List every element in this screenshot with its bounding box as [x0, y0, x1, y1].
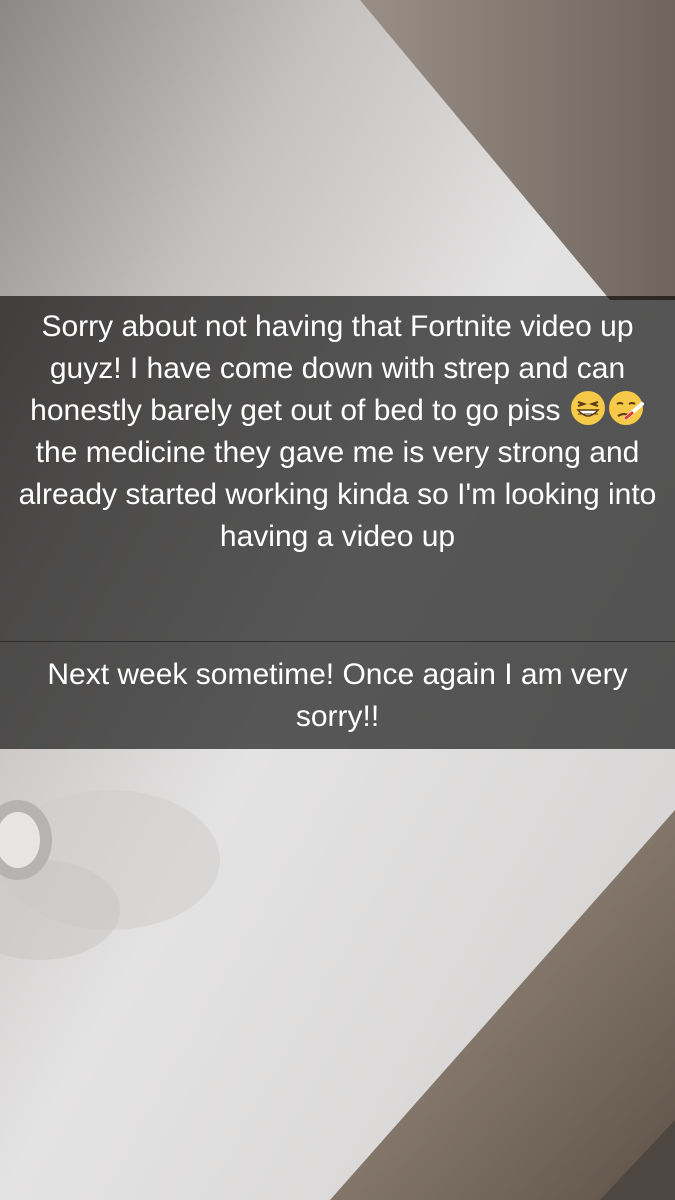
ceiling-fan [0, 790, 220, 960]
face-with-thermometer-icon [608, 391, 644, 425]
snap-photo: Sorry about not having that Fortnite vid… [0, 0, 675, 1200]
caption-text-block: Sorry about not having that Fortnite vid… [0, 296, 675, 642]
caption-text-block-2: Next week sometime! Once again I am very… [0, 641, 675, 749]
caption-text-part-1: Sorry about not having that Fortnite vid… [30, 310, 642, 427]
caption-text-line: Next week sometime! Once again I am very… [47, 658, 636, 733]
grinning-squinting-face-icon [570, 391, 605, 425]
